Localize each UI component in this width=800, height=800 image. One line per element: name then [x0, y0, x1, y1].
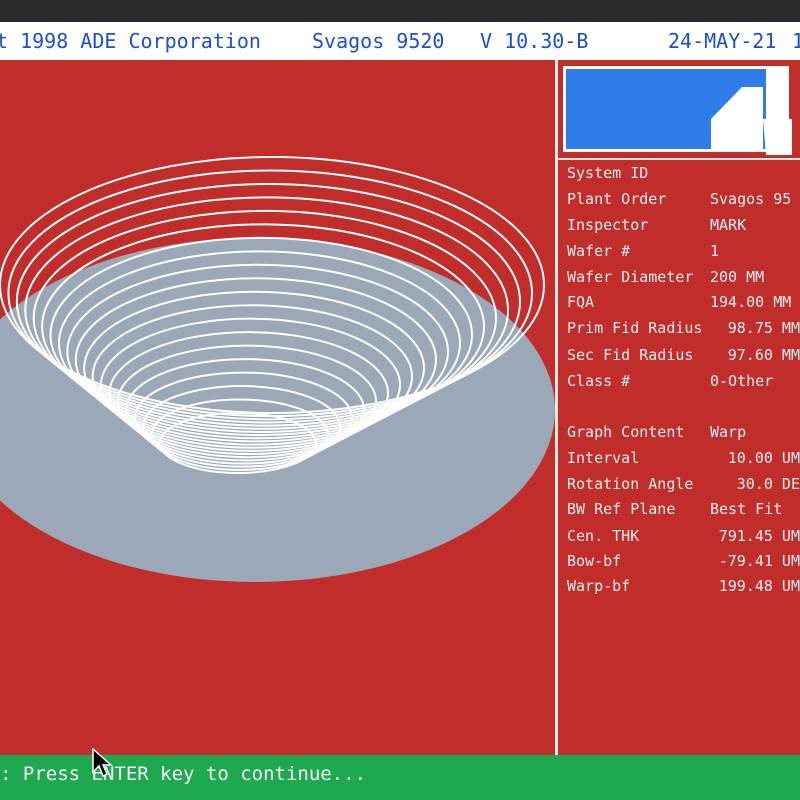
- info-row-bow-bf: Bow-bf -79.41 UM: [567, 552, 800, 570]
- date-text: 24-MAY-21: [668, 29, 777, 53]
- info-row-warp-bf: Warp-bf 199.48 UM: [567, 577, 800, 595]
- warp-3d-plot: [0, 60, 555, 755]
- info-row-inspector: Inspector MARK: [567, 216, 747, 234]
- info-row-graph-content: Graph Content Warp: [567, 423, 747, 441]
- continue-prompt[interactable]: : Press ENTER key to continue...: [0, 756, 366, 792]
- product-name: Svagos 9520: [312, 29, 445, 53]
- version-text: V 10.30-B: [480, 29, 589, 53]
- info-row-interval: Interval 10.00 UM: [567, 449, 800, 467]
- logo-blue-field: [566, 69, 792, 155]
- info-row-wafer-diameter: Wafer Diameter 200 MM: [567, 268, 765, 286]
- info-row-plant-order: Plant Order Svagos 95: [567, 190, 792, 208]
- info-row-prim-fid-radius: Prim Fid Radius 98.75 MM: [567, 319, 800, 337]
- wafer-base-ellipse: [0, 238, 555, 582]
- title-bar: t 1998 ADE Corporation Svagos 9520 V 10.…: [0, 22, 800, 60]
- info-row-rotation-angle: Rotation Angle 30.0 DE: [567, 475, 800, 493]
- status-bar: : Press ENTER key to continue...: [0, 755, 800, 800]
- logo-box: [563, 66, 792, 155]
- info-row-system-id: System ID: [567, 164, 649, 182]
- info-row-cen-thk: Cen. THK 791.45 UM: [567, 527, 800, 545]
- ade-logo-icon: [711, 87, 792, 155]
- mouse-cursor-icon: [92, 748, 113, 778]
- title-trailing: 1: [792, 29, 800, 53]
- panel-rule: [558, 158, 800, 160]
- info-row-wafer-number: Wafer #1: [567, 242, 720, 260]
- info-row-sec-fid-radius: Sec Fid Radius 97.60 MM: [567, 346, 800, 364]
- info-row-class: Class #0-Other: [567, 372, 774, 390]
- info-panel: System ID Plant Order Svagos 95 Inspector…: [558, 60, 800, 755]
- copyright-text: t 1998 ADE Corporation: [0, 29, 261, 53]
- warp-contour-graphic: [0, 156, 555, 582]
- monitor-bezel: [0, 0, 800, 22]
- info-row-bw-ref-plane: BW Ref Plane Best Fit: [567, 500, 783, 518]
- info-row-fqa: FQA 194.00 MM: [567, 293, 792, 311]
